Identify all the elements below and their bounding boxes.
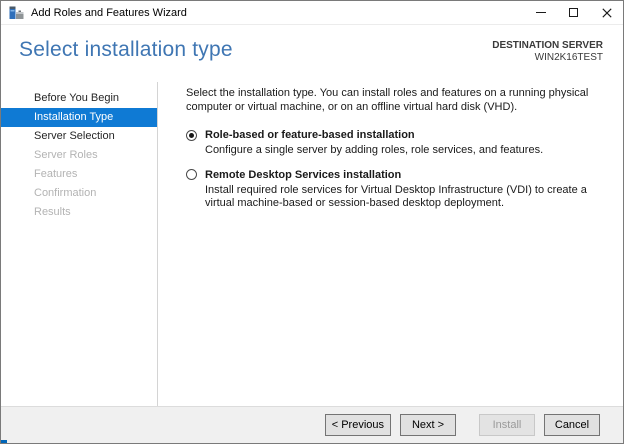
sidebar-item-before-you-begin[interactable]: Before You Begin (1, 89, 157, 108)
destination-server-block: DESTINATION SERVER WIN2K16TEST (492, 40, 603, 82)
option-remote-desktop[interactable]: Remote Desktop Services installation Ins… (186, 169, 603, 211)
page-title: Select installation type (19, 38, 233, 61)
wizard-body: Before You Begin Installation Type Serve… (1, 82, 623, 406)
wizard-icon (9, 5, 25, 21)
radio-remote-desktop-unselected[interactable] (186, 169, 197, 180)
sidebar-item-confirmation: Confirmation (34, 187, 97, 199)
destination-server-name: WIN2K16TEST (534, 52, 603, 63)
wizard-content: Select the installation type. You can in… (158, 82, 623, 406)
destination-server-label: DESTINATION SERVER (492, 40, 603, 51)
title-bar[interactable]: Add Roles and Features Wizard (1, 1, 623, 25)
next-button[interactable]: Next > (400, 414, 456, 436)
sidebar-item-installation-type[interactable]: Installation Type (1, 108, 157, 127)
close-button[interactable] (590, 1, 623, 24)
window-title: Add Roles and Features Wizard (31, 6, 187, 19)
sidebar-item-features: Features (34, 168, 78, 180)
option-role-based[interactable]: Role-based or feature-based installation… (186, 129, 603, 158)
screen-corner-artifact (1, 440, 7, 443)
intro-text: Select the installation type. You can in… (186, 87, 589, 113)
cancel-button[interactable]: Cancel (544, 414, 600, 436)
maximize-button[interactable] (557, 1, 590, 24)
wizard-header: Select installation type DESTINATION SER… (1, 25, 623, 82)
radio-role-based-selected[interactable] (186, 129, 197, 141)
option-remote-desktop-description: Install required role services for Virtu… (205, 183, 587, 210)
install-button[interactable]: Install (479, 414, 535, 436)
minimize-button[interactable] (524, 1, 557, 24)
previous-button[interactable]: < Previous (324, 414, 391, 436)
sidebar-item-server-selection[interactable]: Server Selection (1, 127, 157, 146)
option-role-based-description: Configure a single server by adding role… (205, 144, 544, 156)
wizard-window: Add Roles and Features Wizard Select ins… (0, 0, 624, 444)
option-role-based-label: Role-based or feature-based installation (205, 129, 415, 141)
wizard-steps-sidebar: Before You Begin Installation Type Serve… (1, 82, 158, 406)
minimize-icon (535, 12, 546, 13)
option-remote-desktop-label: Remote Desktop Services installation (205, 168, 402, 181)
close-icon (601, 7, 612, 18)
sidebar-item-server-roles: Server Roles (34, 149, 98, 161)
window-controls (524, 1, 623, 24)
sidebar-item-results: Results (34, 206, 71, 218)
wizard-footer: < Previous Next > Install Cancel (1, 406, 623, 443)
maximize-icon (569, 8, 578, 17)
